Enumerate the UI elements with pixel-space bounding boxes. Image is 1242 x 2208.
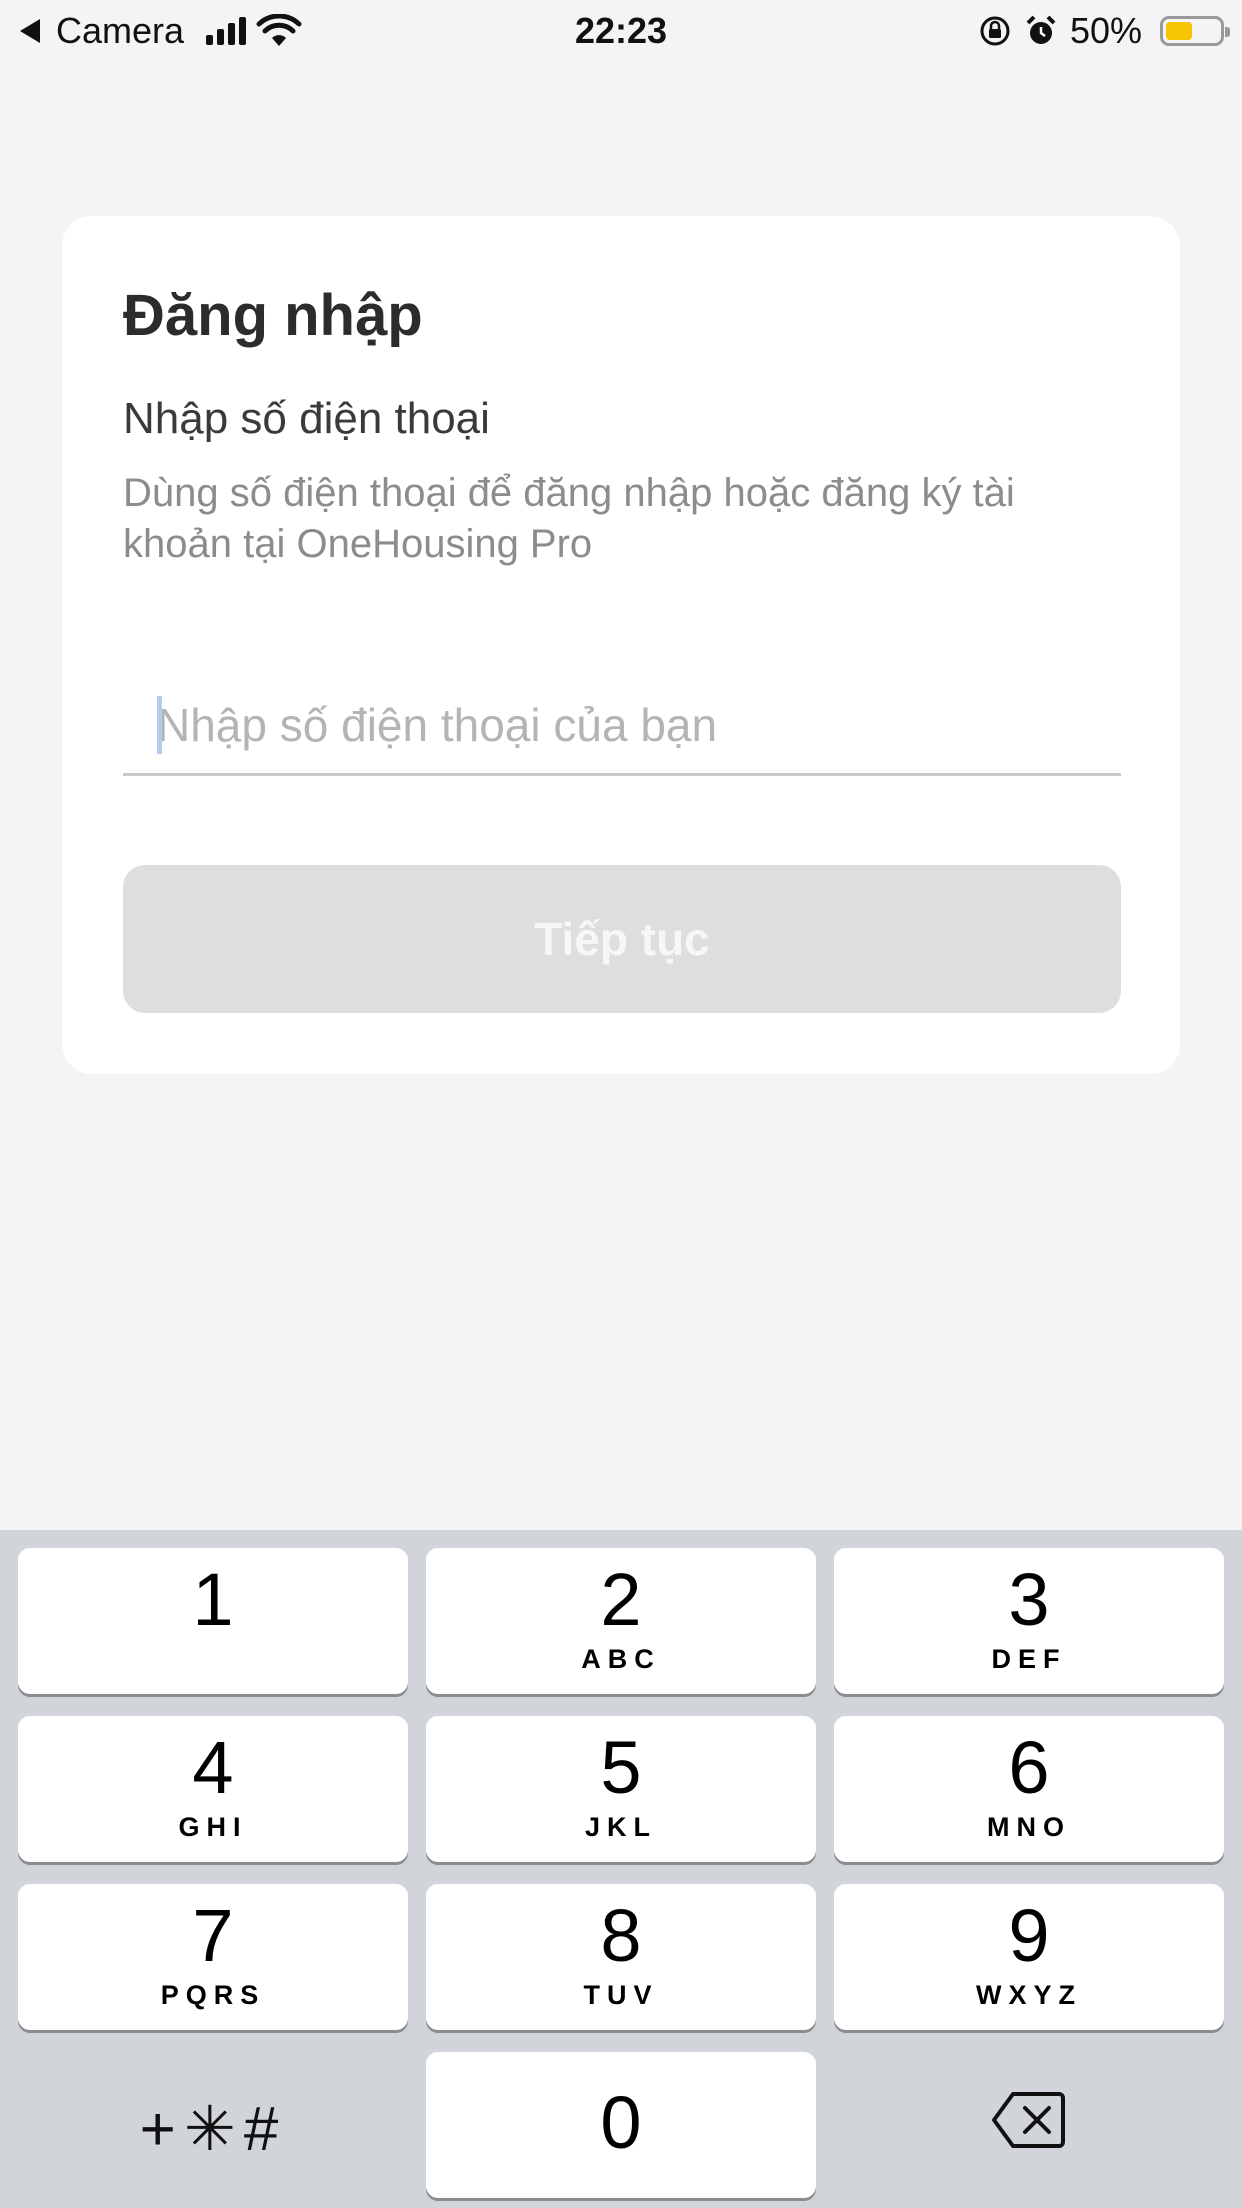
status-bar: Camera 22:23 50% <box>0 0 1242 62</box>
key-letters: DEF <box>991 1644 1067 1674</box>
continue-button[interactable]: Tiếp tục <box>123 865 1121 1013</box>
key-letters: MNO <box>987 1812 1071 1842</box>
page-title: Đăng nhập <box>123 283 423 348</box>
battery-cap <box>1225 27 1230 37</box>
key-6[interactable]: 6 MNO <box>834 1716 1224 1862</box>
key-delete[interactable] <box>834 2052 1224 2198</box>
key-letters: JKL <box>584 1812 657 1842</box>
key-digit: 0 <box>600 2081 642 2164</box>
key-2[interactable]: 2 ABC <box>426 1548 816 1694</box>
key-digit: 1 <box>192 1558 234 1641</box>
key-letters: GHI <box>178 1812 248 1842</box>
backspace-icon <box>992 2092 1065 2148</box>
key-digit: 2 <box>600 1558 642 1641</box>
battery-icon <box>1160 16 1230 46</box>
key-4[interactable]: 4 GHI <box>18 1716 408 1862</box>
key-digit: 9 <box>1008 1894 1050 1977</box>
numeric-keypad: 1 2 ABC 3 DEF 4 GHI 5 JKL 6 MNO 7 PQRS 8… <box>0 1530 1242 2208</box>
key-digit: 8 <box>600 1894 642 1977</box>
key-5[interactable]: 5 JKL <box>426 1716 816 1862</box>
battery-percent: 50% <box>1069 10 1142 51</box>
key-digit: 5 <box>600 1726 642 1809</box>
key-letters: WXYZ <box>976 1980 1082 2010</box>
phone-input[interactable] <box>157 695 1097 755</box>
key-7[interactable]: 7 PQRS <box>18 1884 408 2030</box>
status-bar-right: 50% <box>978 10 1230 52</box>
key-digit: 6 <box>1008 1726 1050 1809</box>
text-caret <box>157 696 162 754</box>
key-9[interactable]: 9 WXYZ <box>834 1884 1224 2030</box>
symbols-label: +✳# <box>139 2095 287 2164</box>
phone-field[interactable] <box>123 671 1121 776</box>
login-description: Dùng số điện thoại để đăng nhập hoặc đăn… <box>123 471 1015 566</box>
battery-fill <box>1166 22 1192 40</box>
key-8[interactable]: 8 TUV <box>426 1884 816 2030</box>
key-3[interactable]: 3 DEF <box>834 1548 1224 1694</box>
key-digit: 3 <box>1008 1558 1050 1641</box>
orientation-lock-icon <box>980 16 1010 46</box>
key-0[interactable]: 0 <box>426 2052 816 2198</box>
key-letters: ABC <box>581 1644 661 1674</box>
key-digit: 7 <box>192 1894 234 1977</box>
key-letters: TUV <box>583 1980 659 2010</box>
key-digit: 4 <box>192 1726 234 1809</box>
key-letters: PQRS <box>160 1980 266 2010</box>
key-symbols[interactable]: +✳# <box>18 2052 408 2198</box>
login-card: Đăng nhập Nhập số điện thoại Dùng số điệ… <box>62 216 1180 1074</box>
key-1[interactable]: 1 <box>18 1548 408 1694</box>
phone-section-label: Nhập số điện thoại <box>123 394 490 443</box>
alarm-icon <box>1026 15 1056 44</box>
